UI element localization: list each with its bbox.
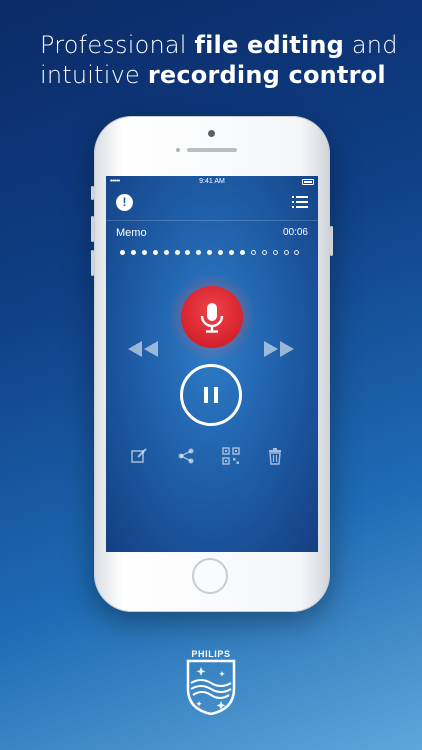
- pause-button[interactable]: [180, 364, 242, 426]
- progress-dot-filled: [130, 250, 136, 255]
- progress-dot-filled: [229, 250, 234, 255]
- progress-dot-empty: [283, 250, 289, 255]
- headline-line-1: Professional file editing and: [40, 30, 410, 60]
- progress-dot-filled: [207, 250, 213, 255]
- headline-bold-text: recording control: [147, 61, 386, 89]
- rewind-icon[interactable]: [126, 341, 160, 357]
- philips-logo: PHILIPS: [185, 647, 237, 716]
- headline-text: Professional: [40, 31, 195, 59]
- recording-file-name: Memo: [116, 227, 147, 239]
- progress-dot-filled: [163, 250, 169, 255]
- progress-dot-filled: [185, 250, 191, 255]
- app-screen: ••••• 9:41 AM ! Memo 00:06: [106, 176, 318, 552]
- front-camera: [176, 148, 180, 152]
- pause-bar-left: [204, 387, 208, 403]
- status-bar: ••••• 9:41 AM: [106, 176, 318, 188]
- progress-dot-empty: [261, 250, 267, 255]
- phone-frame: ••••• 9:41 AM ! Memo 00:06: [91, 116, 333, 612]
- progress-dot-filled: [141, 250, 147, 255]
- headline-text: intuitive: [40, 61, 148, 89]
- progress-dot-empty: [294, 250, 300, 255]
- brand-name: PHILIPS: [191, 649, 231, 659]
- progress-dot-filled: [152, 250, 158, 255]
- headline-line-2: intuitive recording control: [40, 60, 410, 90]
- header-divider: [106, 220, 318, 221]
- progress-dot-empty: [272, 250, 278, 255]
- trash-icon[interactable]: [266, 447, 284, 465]
- progress-dot-filled: [174, 250, 180, 255]
- earpiece-speaker: [187, 148, 237, 152]
- fast-forward-icon[interactable]: [262, 341, 296, 357]
- progress-dot-filled: [239, 250, 245, 255]
- power-button: [330, 226, 333, 256]
- home-button: [192, 558, 228, 594]
- progress-dot-filled: [196, 250, 202, 255]
- mute-switch: [91, 186, 94, 200]
- volume-down-button: [91, 250, 94, 276]
- volume-up-button: [91, 216, 94, 242]
- pause-bar-right: [214, 387, 218, 403]
- qr-code-icon[interactable]: [222, 447, 240, 465]
- progress-dot-empty: [250, 250, 256, 255]
- battery-icon: [302, 179, 314, 185]
- recordings-list-icon[interactable]: [292, 196, 308, 209]
- record-button[interactable]: [181, 286, 243, 348]
- marketing-headline: Professional file editing and intuitive …: [40, 30, 410, 90]
- headline-text: and: [344, 31, 398, 59]
- share-icon[interactable]: [177, 447, 195, 465]
- headline-bold-text: file editing: [194, 31, 345, 59]
- front-sensor: [208, 130, 215, 137]
- info-alert-icon[interactable]: !: [116, 194, 133, 211]
- edit-icon[interactable]: [130, 447, 148, 465]
- progress-dot-filled: [120, 250, 125, 255]
- recording-progress-dots[interactable]: [116, 249, 306, 257]
- recording-duration: 00:06: [282, 227, 308, 238]
- microphone-icon: [200, 303, 224, 333]
- status-time: 9:41 AM: [199, 178, 225, 185]
- progress-dot-filled: [218, 250, 224, 255]
